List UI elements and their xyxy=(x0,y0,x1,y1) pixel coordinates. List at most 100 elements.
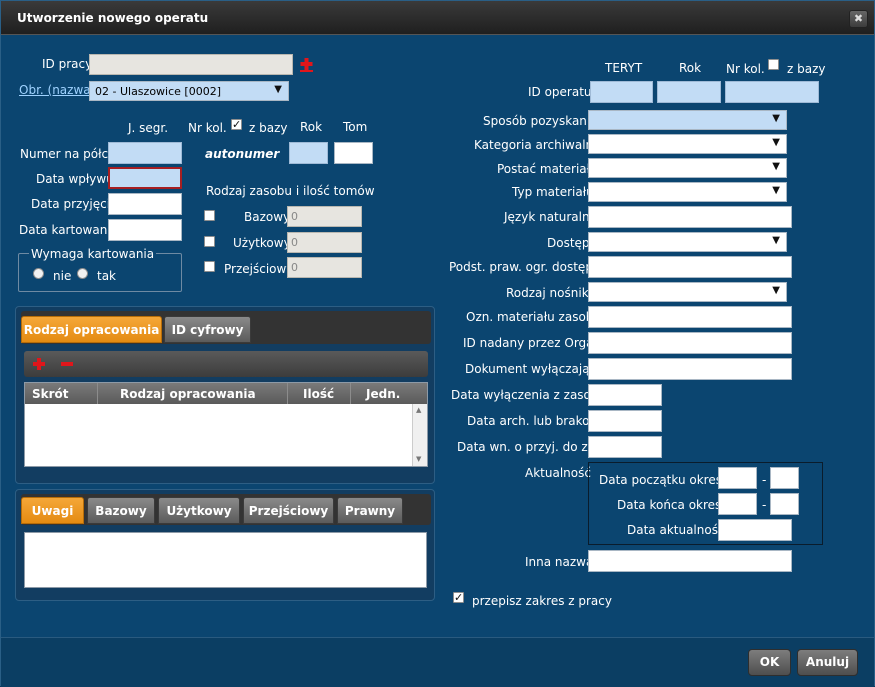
wymaga-legend: Wymaga kartowania xyxy=(29,247,157,261)
przejsciowy-count[interactable]: 0 xyxy=(287,257,362,278)
id-nrkol-input[interactable] xyxy=(725,81,819,103)
col-nrkol: Nr kol. xyxy=(188,121,227,135)
anuluj-button[interactable]: Anuluj xyxy=(797,649,858,676)
ozn-input[interactable] xyxy=(588,306,792,328)
bazowy-checkbox[interactable] xyxy=(204,210,215,221)
col-tom: Tom xyxy=(343,120,368,134)
postac-select[interactable]: ▼ xyxy=(588,158,787,178)
data-kartowania-input[interactable] xyxy=(108,219,182,241)
scroll-up-icon[interactable]: ▲ xyxy=(416,406,421,414)
podst-label: Podst. praw. ogr. dostępu xyxy=(449,260,601,274)
dostep-select[interactable]: ▼ xyxy=(588,232,787,252)
scroll-down-icon[interactable]: ▼ xyxy=(416,455,421,463)
zbazy-header: z bazy xyxy=(787,62,826,76)
id-rok-input[interactable] xyxy=(657,81,721,103)
chevron-down-icon: ▼ xyxy=(772,185,780,196)
postac-label: Postać materiału xyxy=(497,162,598,176)
sposob-select[interactable]: ▼ xyxy=(588,110,787,130)
ok-button[interactable]: OK xyxy=(748,649,791,676)
uzytkowy-count[interactable]: 0 xyxy=(287,232,362,253)
jezyk-input[interactable] xyxy=(588,206,792,228)
data-wyl-input[interactable] xyxy=(588,384,662,406)
id-pracy-input[interactable] xyxy=(89,54,293,75)
tom-input[interactable] xyxy=(334,142,373,164)
tab-prawny[interactable]: Prawny xyxy=(337,497,403,524)
data-wplywu-input[interactable] xyxy=(108,167,182,189)
data-wn-input[interactable] xyxy=(588,436,662,458)
rodzaj-opracowania-panel: Rodzaj opracowania ID cyfrowy Skrót Rodz… xyxy=(15,306,435,484)
add-icon[interactable] xyxy=(33,358,45,370)
uwagi-textarea[interactable] xyxy=(24,532,427,588)
right-z-bazy-checkbox[interactable] xyxy=(768,59,779,70)
nrkol-header: Nr kol. xyxy=(726,62,765,76)
typ-label: Typ materiału xyxy=(512,185,594,199)
obr-select[interactable]: 02 - Ulaszowice [0002] ▼ xyxy=(89,81,289,101)
data-arch-input[interactable] xyxy=(588,410,662,432)
przejsciowy-checkbox[interactable] xyxy=(204,261,215,272)
button-bar: OK Anuluj xyxy=(1,637,874,687)
przepisz-checkbox[interactable]: ✓ xyxy=(453,592,464,603)
typ-select[interactable]: ▼ xyxy=(588,182,787,202)
close-icon[interactable]: ✖ xyxy=(849,10,868,28)
data-akt-input[interactable] xyxy=(718,519,792,541)
uwagi-panel: Uwagi Bazowy Użytkowy Przejściowy Prawny xyxy=(15,489,435,601)
dokument-label: Dokument wyłączający xyxy=(465,362,604,376)
data-pocz-input2[interactable] xyxy=(770,467,799,489)
tab-uzytkowy[interactable]: Użytkowy xyxy=(158,497,240,524)
inna-nazwa-input[interactable] xyxy=(588,550,792,572)
data-konca-input2[interactable] xyxy=(770,493,799,515)
kategoria-select[interactable]: ▼ xyxy=(588,134,787,154)
tak-label: tak xyxy=(97,269,117,283)
nie-radio[interactable] xyxy=(33,268,44,279)
chevron-down-icon: ▼ xyxy=(772,113,780,124)
tab-uwagi[interactable]: Uwagi xyxy=(21,497,84,524)
tak-radio[interactable] xyxy=(77,268,88,279)
chevron-down-icon: ▼ xyxy=(274,84,282,95)
id-pracy-label: ID pracy xyxy=(42,57,93,71)
uzytkowy-checkbox[interactable] xyxy=(204,236,215,247)
col-rodzaj-opracowania[interactable]: Rodzaj opracowania xyxy=(120,387,256,401)
obr-link[interactable]: Obr. (nazwa) xyxy=(19,83,95,97)
table-scrollbar[interactable]: ▲ ▼ xyxy=(412,404,427,466)
remove-icon[interactable] xyxy=(61,362,73,366)
z-bazy-checkbox[interactable]: ✓ xyxy=(231,119,242,130)
data-wplywu-label: Data wpływu xyxy=(36,172,114,186)
id-nadany-input[interactable] xyxy=(588,332,792,354)
data-arch-label: Data arch. lub brakow. xyxy=(467,414,602,428)
data-przyjecia-label: Data przyjęcia xyxy=(31,197,118,211)
col-jedn[interactable]: Jedn. xyxy=(366,387,400,401)
dostep-label: Dostęp xyxy=(547,236,590,250)
przepisz-label: przepisz zakres z pracy xyxy=(472,594,612,608)
teryt-input[interactable] xyxy=(590,81,653,103)
nie-label: nie xyxy=(53,269,72,283)
bazowy-count[interactable]: 0 xyxy=(287,206,362,227)
tab-przejsciowy[interactable]: Przejściowy xyxy=(243,497,334,524)
tab-id-cyfrowy[interactable]: ID cyfrowy xyxy=(164,316,251,343)
table-header: Skrót Rodzaj opracowania Ilość Jedn. xyxy=(25,383,427,404)
chevron-down-icon: ▼ xyxy=(772,161,780,172)
data-przyjecia-input[interactable] xyxy=(108,193,182,215)
rok-input[interactable] xyxy=(289,142,328,164)
jsegr-input[interactable] xyxy=(108,142,182,164)
rok-header: Rok xyxy=(679,61,702,75)
data-kartowania-label: Data kartowania xyxy=(19,223,118,237)
dokument-input[interactable] xyxy=(588,358,792,380)
col-skrot[interactable]: Skrót xyxy=(32,387,69,401)
data-konca-label: Data końca okresu xyxy=(617,498,729,512)
add-plus-icon[interactable] xyxy=(300,58,313,72)
title-bar: Utworzenie nowego operatu ✖ xyxy=(1,1,874,35)
data-wyl-label: Data wyłączenia z zasobu xyxy=(451,388,607,402)
obr-select-value: 02 - Ulaszowice [0002] xyxy=(95,85,221,98)
data-konca-input1[interactable] xyxy=(718,493,757,515)
chevron-down-icon: ▼ xyxy=(772,235,780,246)
data-pocz-input1[interactable] xyxy=(718,467,757,489)
nosnik-select[interactable]: ▼ xyxy=(588,282,787,302)
col-ilosc[interactable]: Ilość xyxy=(303,387,334,401)
tab-bazowy[interactable]: Bazowy xyxy=(87,497,155,524)
przejsciowy-label: Przejściowy xyxy=(224,262,294,276)
tab-rodzaj-opracowania[interactable]: Rodzaj opracowania xyxy=(21,316,162,343)
data-pocz-label: Data początku okresu xyxy=(599,473,730,487)
rodzaj-zasobu-label: Rodzaj zasobu i ilość tomów xyxy=(206,184,375,198)
podst-input[interactable] xyxy=(588,256,792,278)
numer-label: Numer na półce xyxy=(20,147,116,161)
